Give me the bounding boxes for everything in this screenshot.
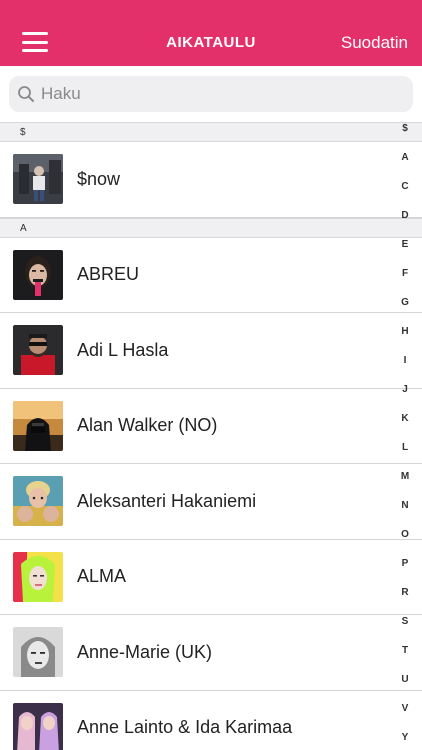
artist-photo (13, 627, 63, 678)
index-letter[interactable]: C (398, 181, 412, 192)
artist-photo (13, 154, 63, 205)
index-letter[interactable]: N (398, 500, 412, 511)
index-letter[interactable]: K (398, 413, 412, 424)
app-header: AIKATAULU Suodatin (0, 0, 422, 66)
index-letter[interactable]: M (398, 471, 412, 482)
search-input[interactable] (41, 84, 381, 104)
artist-photo (13, 551, 63, 602)
artist-name: Alan Walker (NO) (77, 415, 218, 436)
artist-name: Aleksanteri Hakaniemi (77, 490, 257, 511)
artist-name: ABREU (77, 264, 140, 285)
index-letter[interactable]: D (398, 210, 412, 221)
artist-name: ALMA (77, 566, 127, 587)
search-box[interactable] (9, 76, 413, 112)
list-item[interactable]: Adi L Hasla (0, 313, 422, 389)
index-letter[interactable]: J (398, 384, 412, 395)
list-item[interactable]: ABREU (0, 237, 422, 313)
index-letter[interactable]: T (398, 645, 412, 656)
artist-photo (13, 249, 63, 300)
artist-photo (13, 325, 63, 376)
index-letter[interactable]: S (398, 616, 412, 627)
index-letter[interactable]: I (398, 355, 412, 366)
index-letter[interactable]: H (398, 326, 412, 337)
list-item[interactable]: Aleksanteri Hakaniemi (0, 464, 422, 540)
index-letter[interactable]: L (398, 442, 412, 453)
section-header-dollar: $ (0, 122, 422, 142)
index-letter[interactable]: F (398, 268, 412, 279)
list-item[interactable]: Anne Lainto & Ida Karimaa (0, 690, 422, 750)
list-item[interactable]: Alan Walker (NO) (0, 388, 422, 464)
search-bar (0, 66, 422, 122)
artist-list: $ $now A ABREU Adi L Hasla Alan Walker (… (0, 122, 422, 750)
artist-photo (13, 702, 63, 750)
artist-name: $now (77, 168, 121, 189)
artist-name: Adi L Hasla (77, 339, 169, 360)
search-icon (18, 86, 34, 102)
alphabet-index: $ A C D E F G H I J K L M N O P R S T U … (396, 118, 422, 750)
artist-name: Anne-Marie (UK) (77, 641, 213, 662)
filter-button[interactable]: Suodatin (341, 33, 408, 53)
index-letter[interactable]: R (398, 587, 412, 598)
index-letter[interactable]: V (398, 703, 412, 714)
artist-name: Anne Lainto & Ida Karimaa (77, 717, 293, 738)
index-letter[interactable]: P (398, 558, 412, 569)
list-item[interactable]: $now (0, 142, 422, 218)
artist-photo (13, 476, 63, 527)
section-header-a: A (0, 217, 422, 238)
index-letter[interactable]: A (398, 152, 412, 163)
index-letter[interactable]: G (398, 297, 412, 308)
index-letter[interactable]: $ (398, 123, 412, 134)
index-letter[interactable]: U (398, 674, 412, 685)
list-item[interactable]: ALMA (0, 539, 422, 615)
artist-photo (13, 400, 63, 451)
index-letter[interactable]: O (398, 529, 412, 540)
index-letter[interactable]: E (398, 239, 412, 250)
index-letter[interactable]: Y (398, 732, 412, 743)
list-item[interactable]: Anne-Marie (UK) (0, 615, 422, 691)
